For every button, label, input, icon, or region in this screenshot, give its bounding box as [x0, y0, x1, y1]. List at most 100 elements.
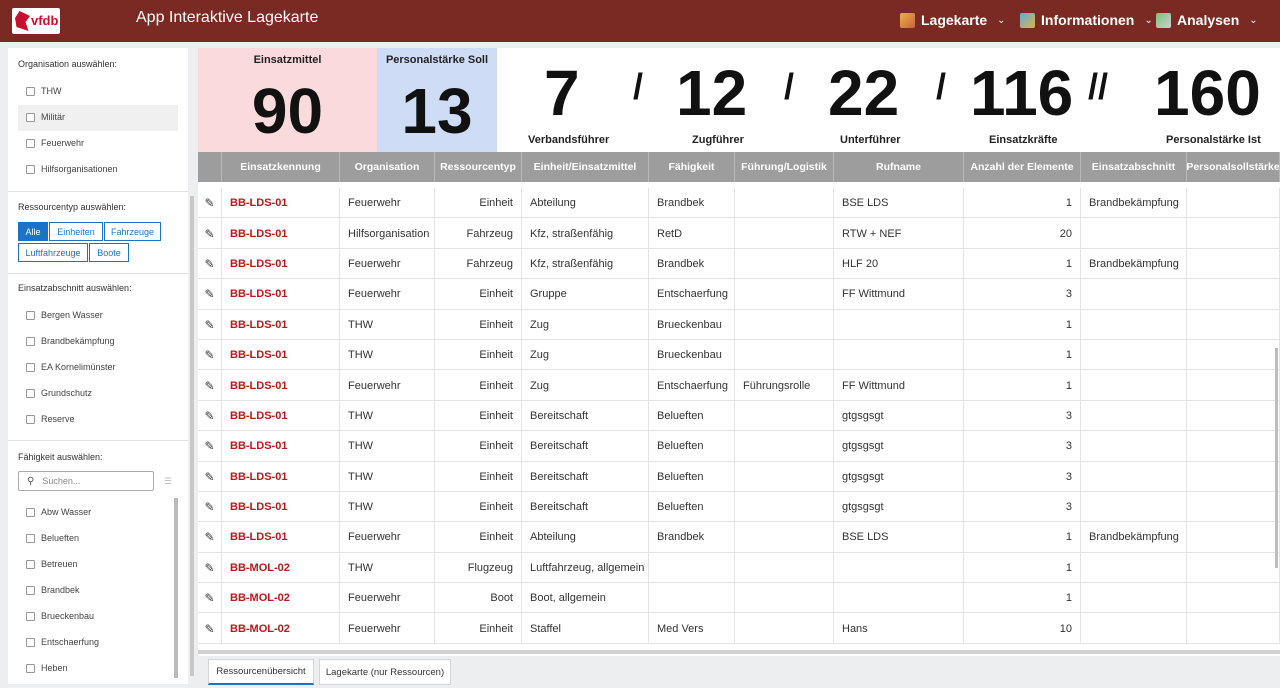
checkbox-icon[interactable] [26, 164, 35, 174]
pencil-icon[interactable]: ✎ [204, 379, 214, 393]
menu-informationen[interactable]: Informationen ⌄ [1020, 12, 1153, 28]
capability-list-scrollbar[interactable] [174, 498, 178, 678]
edit-cell[interactable]: ✎ [198, 279, 222, 310]
pencil-icon[interactable]: ✎ [204, 530, 214, 544]
pencil-icon[interactable]: ✎ [204, 318, 214, 332]
capability-search-input[interactable]: ⚲ Suchen... [18, 471, 154, 491]
table-row[interactable]: ✎ BB-LDS-01 Feuerwehr Einheit Abteilung Brand… [198, 522, 1280, 553]
column-header[interactable]: Rufname [834, 152, 964, 182]
menu-analysen[interactable]: Analysen ⌄ [1156, 12, 1258, 28]
menu-lagekarte[interactable]: Lagekarte ⌄ [900, 12, 1006, 28]
checkbox-icon[interactable] [26, 112, 35, 122]
table-row[interactable]: ✎ BB-MOL-02 Feuerwehr Boot Boot, allgemein 1 [198, 583, 1280, 614]
table-row[interactable]: ✎ BB-LDS-01 Feuerwehr Einheit Abteilung Brand… [198, 188, 1280, 219]
edit-cell[interactable]: ✎ [198, 461, 222, 492]
pencil-icon[interactable]: ✎ [204, 287, 214, 301]
table-row[interactable]: ✎ BB-MOL-02 Feuerwehr Einheit Staffel Med Ver… [198, 613, 1280, 644]
checkbox-icon[interactable] [26, 362, 35, 372]
res-type-boote-button[interactable]: Boote [89, 243, 129, 262]
column-header[interactable]: Einsatzkennung [222, 152, 340, 182]
table-row[interactable]: ✎ BB-LDS-01 THW Einheit Bereitschaft Beluefte… [198, 400, 1280, 432]
column-header[interactable]: Führung/Logistik [735, 152, 834, 182]
ea-checkbox-bergen-wasser[interactable]: Bergen Wasser [26, 310, 103, 320]
checkbox-icon[interactable] [26, 585, 35, 595]
table-horizontal-scrollbar[interactable] [198, 650, 1280, 654]
checkbox-icon[interactable] [26, 388, 35, 398]
edit-cell[interactable]: ✎ [198, 248, 222, 280]
edit-cell[interactable]: ✎ [198, 491, 222, 523]
cap-checkbox-entschaerfung[interactable]: Entschaerfung [26, 637, 99, 647]
res-type-luftfahrzeuge-button[interactable]: Luftfahrzeuge [18, 243, 88, 262]
org-checkbox-thw[interactable]: THW [26, 86, 62, 96]
table-vertical-scrollbar[interactable] [1275, 348, 1278, 568]
column-header[interactable]: Fähigkeit [649, 152, 735, 182]
pencil-icon[interactable]: ✎ [204, 348, 214, 362]
res-type-alle-button[interactable]: Alle [18, 222, 48, 241]
table-row[interactable]: ✎ BB-LDS-01 THW Einheit Zug Brueckenbau 1 [198, 309, 1280, 340]
edit-cell[interactable]: ✎ [198, 339, 222, 371]
cap-checkbox-brandbek[interactable]: Brandbek [26, 585, 80, 595]
checkbox-icon[interactable] [26, 559, 35, 569]
pencil-icon[interactable]: ✎ [204, 439, 214, 453]
ea-checkbox-grundschutz[interactable]: Grundschutz [26, 388, 92, 398]
pencil-icon[interactable]: ✎ [204, 591, 214, 605]
edit-cell[interactable]: ✎ [198, 522, 222, 553]
pencil-icon[interactable]: ✎ [204, 257, 214, 271]
table-row[interactable]: ✎ BB-LDS-01 THW Einheit Bereitschaft Beluefte… [198, 431, 1280, 462]
checkbox-icon[interactable] [26, 637, 35, 647]
pencil-icon[interactable]: ✎ [204, 409, 214, 423]
checkbox-icon[interactable] [26, 310, 35, 320]
clear-filter-icon[interactable]: ☰ [164, 476, 172, 487]
cap-checkbox-belueften[interactable]: Belueften [26, 533, 79, 543]
cap-checkbox-abw-wasser[interactable]: Abw Wasser [26, 507, 91, 517]
pencil-icon[interactable]: ✎ [204, 561, 214, 575]
vfdb-logo[interactable]: vfdb [12, 8, 60, 34]
table-row[interactable]: ✎ BB-MOL-02 THW Flugzeug Luftfahrzeug, allge… [198, 552, 1280, 584]
table-row[interactable]: ✎ BB-LDS-01 Feuerwehr Einheit Gruppe Entschae… [198, 279, 1280, 310]
pencil-icon[interactable]: ✎ [204, 196, 214, 210]
checkbox-icon[interactable] [26, 414, 35, 424]
edit-cell[interactable]: ✎ [198, 188, 222, 219]
table-row[interactable]: ✎ BB-LDS-01 Hilfsorganisation Fahrzeug Kfz, … [198, 218, 1280, 249]
edit-cell[interactable]: ✎ [198, 613, 222, 644]
edit-cell[interactable]: ✎ [198, 552, 222, 584]
checkbox-icon[interactable] [26, 336, 35, 346]
tab-ressourcenuebersicht[interactable]: Ressourcenübersicht [208, 659, 314, 685]
column-header[interactable]: Organisation [340, 152, 435, 182]
column-header[interactable]: Anzahl der Elemente [964, 152, 1081, 182]
pencil-icon[interactable]: ✎ [204, 622, 214, 636]
table-row[interactable]: ✎ BB-LDS-01 Feuerwehr Einheit Zug Entschaerfu… [198, 370, 1280, 401]
ea-checkbox-brandbekaempfung[interactable]: Brandbekämpfung [26, 336, 115, 346]
pencil-icon[interactable]: ✎ [204, 227, 214, 241]
cap-checkbox-betreuen[interactable]: Betreuen [26, 559, 78, 569]
checkbox-icon[interactable] [26, 138, 35, 148]
sidebar-scrollbar[interactable] [190, 196, 194, 676]
checkbox-icon[interactable] [26, 611, 35, 621]
table-row[interactable]: ✎ BB-LDS-01 THW Einheit Zug Brueckenbau 1 [198, 339, 1280, 371]
edit-cell[interactable]: ✎ [198, 431, 222, 462]
checkbox-icon[interactable] [26, 533, 35, 543]
cap-checkbox-heben[interactable]: Heben [26, 663, 68, 673]
column-header[interactable]: Einheit/Einsatzmittel [522, 152, 649, 182]
res-type-fahrzeuge-button[interactable]: Fahrzeuge [104, 222, 161, 241]
edit-cell[interactable]: ✎ [198, 309, 222, 340]
column-header[interactable]: Einsatzabschnitt [1081, 152, 1187, 182]
checkbox-icon[interactable] [26, 663, 35, 673]
table-row[interactable]: ✎ BB-LDS-01 Feuerwehr Fahrzeug Kfz, straßenf… [198, 248, 1280, 280]
table-row[interactable]: ✎ BB-LDS-01 THW Einheit Bereitschaft Beluefte… [198, 491, 1280, 523]
edit-cell[interactable]: ✎ [198, 400, 222, 432]
ea-checkbox-kornelimuenster[interactable]: EA Kornelimünster [26, 362, 116, 372]
ea-checkbox-reserve[interactable]: Reserve [26, 414, 75, 424]
org-checkbox-feuerwehr[interactable]: Feuerwehr [26, 138, 84, 148]
column-header[interactable]: Personalsollstärke [1187, 152, 1280, 182]
column-header[interactable]: Ressourcentyp [435, 152, 522, 182]
table-row[interactable]: ✎ BB-LDS-01 THW Einheit Bereitschaft Beluefte… [198, 461, 1280, 492]
cap-checkbox-brueckenbau[interactable]: Brueckenbau [26, 611, 94, 621]
res-type-einheiten-button[interactable]: Einheiten [49, 222, 103, 241]
org-checkbox-hilfsorganisationen[interactable]: Hilfsorganisationen [26, 164, 118, 174]
org-checkbox-militaer[interactable]: Militär [26, 112, 65, 122]
pencil-icon[interactable]: ✎ [204, 500, 214, 514]
tab-lagekarte-ressourcen[interactable]: Lagekarte (nur Ressourcen) [319, 659, 451, 685]
edit-cell[interactable]: ✎ [198, 218, 222, 249]
edit-cell[interactable]: ✎ [198, 583, 222, 614]
